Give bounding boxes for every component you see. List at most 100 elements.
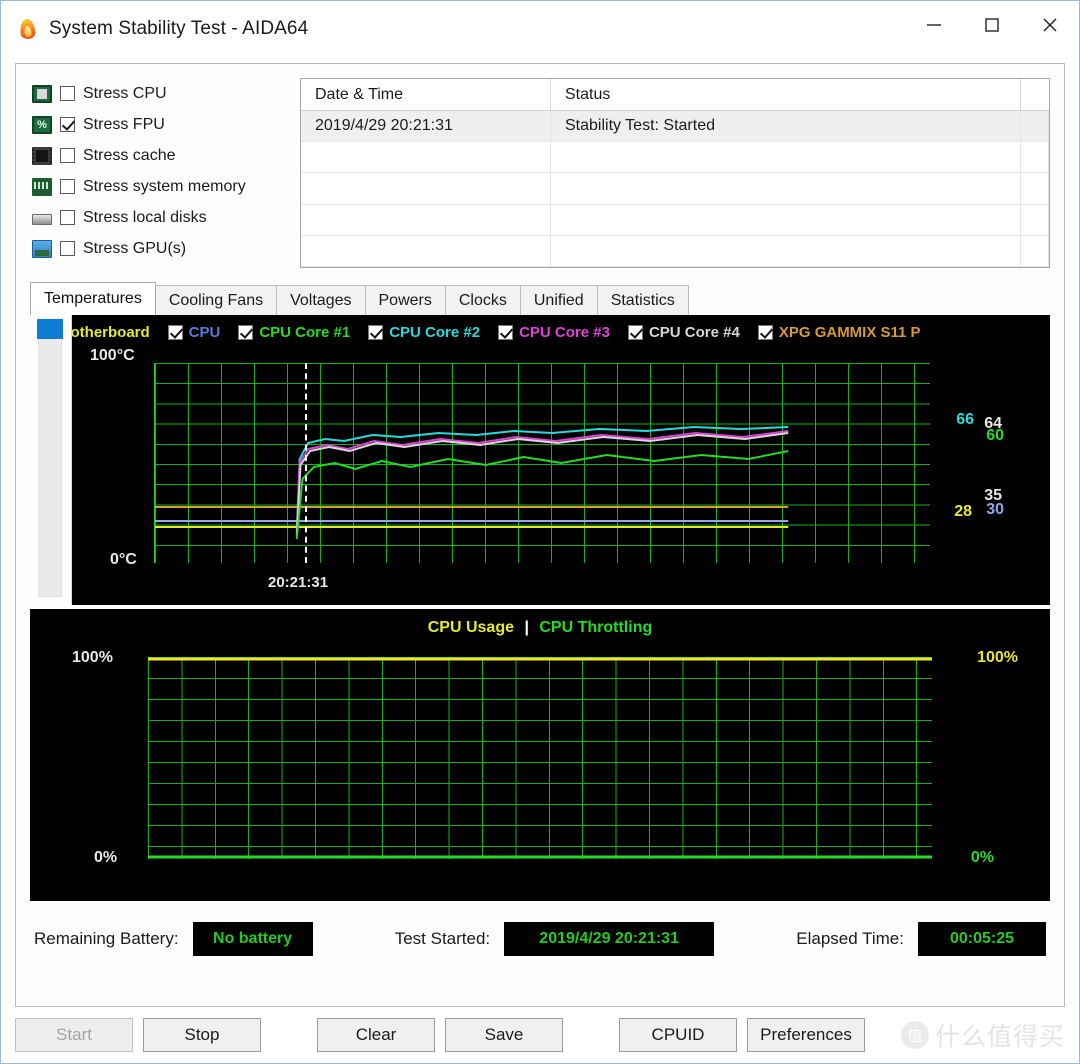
cpu-chip-icon	[32, 85, 52, 103]
legend-label-cpu: CPU	[189, 324, 221, 341]
gpu-monitor-icon	[32, 240, 52, 258]
cache-chip-icon	[32, 147, 52, 165]
stress-option-memory[interactable]: Stress system memory	[32, 171, 296, 202]
throttling-title-label: CPU Throttling	[539, 619, 652, 636]
battery-label: Remaining Battery:	[34, 929, 179, 949]
stress-cache-checkbox[interactable]	[60, 148, 75, 163]
stress-disks-label: Stress local disks	[83, 209, 207, 227]
legend-checkbox-cpu-core-4[interactable]	[628, 325, 643, 340]
legend-checkbox-cpu[interactable]	[168, 325, 183, 340]
save-button[interactable]: Save	[445, 1018, 563, 1052]
stress-gpu-checkbox[interactable]	[60, 241, 75, 256]
fpu-percent-icon: %	[32, 116, 52, 134]
legend-item-xpg-gammix[interactable]: XPG GAMMIX S11 P	[758, 324, 921, 341]
tab-clocks[interactable]: Clocks	[445, 285, 521, 315]
stress-cpu-checkbox[interactable]	[60, 86, 75, 101]
legend-label-motherboard: Motherboard	[72, 324, 150, 341]
legend-checkbox-cpu-core-2[interactable]	[368, 325, 383, 340]
stress-fpu-label: Stress FPU	[83, 116, 165, 134]
legend-item-cpu-core-2[interactable]: CPU Core #2	[368, 324, 480, 341]
test-start-marker	[305, 363, 307, 563]
usage-right-bottom-label: 0%	[971, 849, 994, 867]
clear-button[interactable]: Clear	[317, 1018, 435, 1052]
stress-option-cache[interactable]: Stress cache	[32, 140, 296, 171]
stress-option-disks[interactable]: Stress local disks	[32, 202, 296, 233]
table-row[interactable]: 2019/4/29 20:21:31 Stability Test: Start…	[301, 111, 1049, 142]
temperature-plot-area: Motherboard CPU CPU Core #1 CPU Cor	[72, 315, 1050, 605]
memory-module-icon	[32, 178, 52, 196]
elapsed-time-value: 00:05:25	[918, 922, 1046, 956]
usage-right-top-label: 100%	[977, 649, 1018, 667]
legend-label-cpu-core-4: CPU Core #4	[649, 324, 740, 341]
table-header-row: Date & Time Status	[301, 79, 1049, 111]
status-log-table[interactable]: Date & Time Status 2019/4/29 20:21:31 St…	[300, 78, 1050, 268]
stress-disks-checkbox[interactable]	[60, 210, 75, 225]
cpuid-button[interactable]: CPUID	[619, 1018, 737, 1052]
tab-voltages[interactable]: Voltages	[276, 285, 365, 315]
column-header-datetime: Date & Time	[301, 79, 551, 110]
stress-cpu-label: Stress CPU	[83, 85, 167, 103]
column-header-spacer	[1021, 79, 1049, 110]
maximize-icon[interactable]	[963, 1, 1021, 49]
sensor-scrollbar[interactable]	[30, 315, 72, 605]
legend-item-motherboard[interactable]: Motherboard	[72, 324, 150, 341]
hard-disk-icon	[32, 214, 52, 225]
temperature-plot	[154, 363, 930, 563]
stress-options-list: Stress CPU % Stress FPU Stress cache Str…	[16, 78, 296, 268]
table-row-empty	[301, 142, 1049, 173]
legend-item-cpu-core-3[interactable]: CPU Core #3	[498, 324, 610, 341]
scrollbar-track[interactable]	[38, 321, 62, 597]
usage-graph-title: CPU Usage | CPU Throttling	[30, 619, 1050, 637]
title-bar: System Stability Test - AIDA64	[1, 1, 1079, 57]
tab-unified[interactable]: Unified	[520, 285, 598, 315]
scrollbar-thumb[interactable]	[37, 319, 63, 339]
main-content: Stress CPU % Stress FPU Stress cache Str…	[15, 63, 1065, 1007]
table-row-empty	[301, 173, 1049, 204]
tab-temperatures[interactable]: Temperatures	[30, 282, 156, 315]
usage-left-top-label: 100%	[72, 649, 113, 667]
temp-value-66: 66	[956, 411, 974, 429]
cell-spacer	[1021, 111, 1049, 141]
stress-option-fpu[interactable]: % Stress FPU	[32, 109, 296, 140]
temp-value-30: 30	[986, 501, 1004, 519]
table-row-empty	[301, 205, 1049, 236]
tab-powers[interactable]: Powers	[365, 285, 446, 315]
table-row-empty	[301, 236, 1049, 267]
temp-axis-bottom-label: 0°C	[110, 551, 137, 569]
temperature-graph-panel: Motherboard CPU CPU Core #1 CPU Cor	[30, 315, 1050, 901]
temperature-legend: Motherboard CPU CPU Core #1 CPU Cor	[72, 319, 1050, 345]
legend-item-cpu-core-1[interactable]: CPU Core #1	[238, 324, 350, 341]
legend-label-cpu-core-3: CPU Core #3	[519, 324, 610, 341]
start-button[interactable]: Start	[15, 1018, 133, 1052]
legend-checkbox-cpu-core-3[interactable]	[498, 325, 513, 340]
preferences-button[interactable]: Preferences	[747, 1018, 865, 1052]
usage-plot	[148, 657, 932, 859]
watermark-badge-icon: 值	[901, 1021, 929, 1049]
legend-checkbox-cpu-core-1[interactable]	[238, 325, 253, 340]
stop-button[interactable]: Stop	[143, 1018, 261, 1052]
legend-checkbox-xpg-gammix[interactable]	[758, 325, 773, 340]
usage-title-label: CPU Usage	[428, 619, 514, 636]
stress-option-cpu[interactable]: Stress CPU	[32, 78, 296, 109]
stress-option-gpu[interactable]: Stress GPU(s)	[32, 233, 296, 264]
watermark-text: 什么值得买	[935, 1017, 1065, 1053]
aida64-stability-window: System Stability Test - AIDA64 Stress CP…	[0, 0, 1080, 1064]
temp-value-60: 60	[986, 427, 1004, 445]
legend-item-cpu-core-4[interactable]: CPU Core #4	[628, 324, 740, 341]
temperature-graph: Motherboard CPU CPU Core #1 CPU Cor	[30, 315, 1050, 605]
tab-cooling-fans[interactable]: Cooling Fans	[155, 285, 277, 315]
elapsed-time-label: Elapsed Time:	[796, 929, 904, 949]
column-header-status: Status	[551, 79, 1021, 110]
tab-statistics[interactable]: Statistics	[597, 285, 689, 315]
battery-value: No battery	[193, 922, 313, 956]
stress-memory-checkbox[interactable]	[60, 179, 75, 194]
minimize-icon[interactable]	[905, 1, 963, 49]
window-controls	[905, 1, 1079, 49]
watermark: 值 什么值得买	[901, 1017, 1065, 1053]
stress-cache-label: Stress cache	[83, 147, 175, 165]
close-icon[interactable]	[1021, 1, 1079, 49]
stress-fpu-checkbox[interactable]	[60, 117, 75, 132]
legend-item-cpu[interactable]: CPU	[168, 324, 221, 341]
legend-label-xpg-gammix: XPG GAMMIX S11 P	[779, 324, 921, 341]
top-area: Stress CPU % Stress FPU Stress cache Str…	[16, 64, 1064, 268]
